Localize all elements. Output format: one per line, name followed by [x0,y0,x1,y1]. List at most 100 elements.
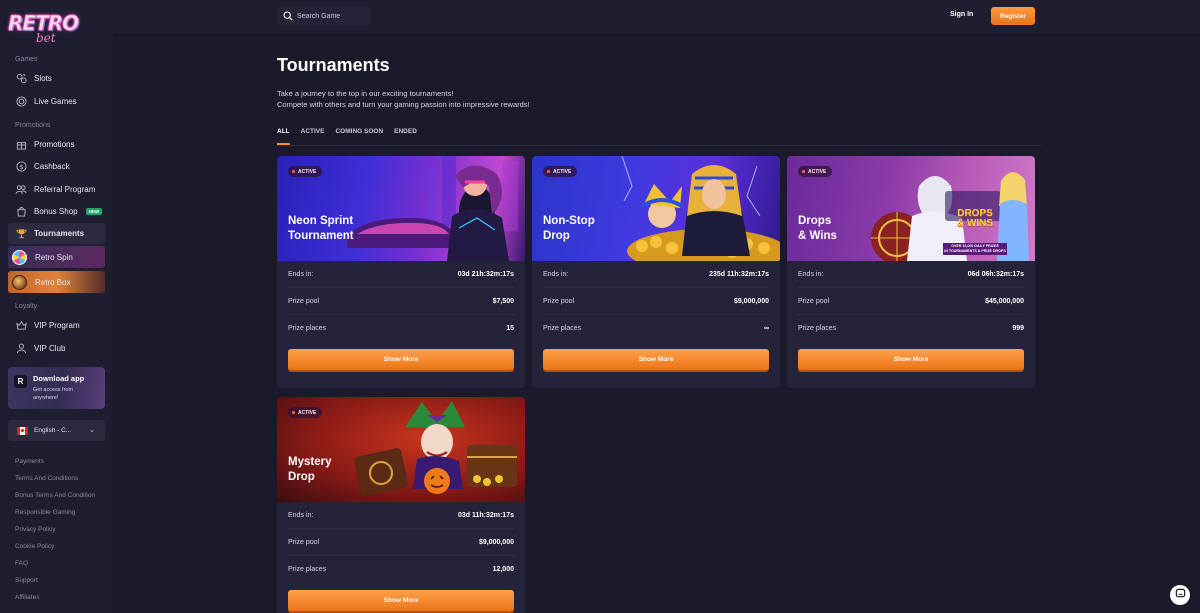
prize-pool-row: Prize pool $7,500 [288,288,514,315]
sidebar: RETRO bet Games Slots Live Games Promoti… [0,0,113,613]
club-icon [15,343,27,355]
search-icon [283,11,293,21]
sidebar-item-label: VIP Club [34,344,66,353]
prize-places-row: Prize places 12,000 [288,556,514,583]
sidebar-item-vip-club[interactable]: VIP Club [8,338,105,359]
art-logo-line-2: & WINS [956,218,994,229]
retrobet-logo[interactable]: RETRO bet [8,9,80,45]
download-app-banner[interactable]: R Download app Get access from anywhere! [8,367,105,409]
prize-places-label: Prize places [543,325,582,332]
sidebar-item-label: Promotions [34,140,75,149]
tournament-banner[interactable]: ACTIVE Mystery Drop [277,397,525,502]
show-more-button[interactable]: Show More [543,349,769,370]
prize-pool-label: Prize pool [798,297,830,305]
tab-coming-soon[interactable]: COMING SOON [335,128,383,145]
footer-link-cookie[interactable]: Cookie Policy [15,543,54,550]
sidebar-item-label: VIP Program [34,321,80,330]
tournament-title: Mystery Drop [288,455,408,485]
sidebar-item-cashback[interactable]: $ Cashback [8,156,105,177]
sidebar-item-label: Referral Program [34,185,96,194]
download-title: Download app [33,374,85,383]
tournament-tabs: ALL ACTIVE COMING SOON ENDED [277,128,428,146]
page-description: Take a journey to the top in our excitin… [277,88,530,110]
show-more-button[interactable]: Show More [288,590,514,611]
prize-pool-value: $7,500 [492,297,514,305]
referral-icon [15,184,27,196]
title-line-2: Tournament [288,230,354,242]
sidebar-item-label: Slots [34,74,52,83]
footer-link-support[interactable]: Support [15,577,38,584]
prize-places-value: 12,000 [492,566,514,573]
sidebar-item-promotions[interactable]: Promotions [8,134,105,155]
status-badge: ACTIVE [543,166,578,177]
ends-in-value: 235d 11h:32m:17s [709,270,769,278]
sidebar-item-label: Retro Box [35,277,71,287]
box-icon [12,274,27,290]
ends-in-label: Ends in: [798,270,824,278]
tournament-title: Drops & Wins [798,214,918,244]
promotions-section-label: Promotions [15,122,51,129]
ends-in-value: 06d 06h:32m:17s [967,270,1024,278]
sign-in-button[interactable]: Sign In [950,11,973,18]
title-line-2: & Wins [798,230,837,242]
trophy-icon [15,228,27,240]
footer-link-faq[interactable]: FAQ [15,560,28,567]
ends-in-label: Ends in: [288,511,314,519]
tab-all[interactable]: ALL [277,128,290,145]
footer-link-terms[interactable]: Terms And Conditions [15,475,78,482]
loyalty-section-label: Loyalty [15,303,38,310]
chevron-down-icon: ⌄ [89,427,95,434]
sidebar-item-label: Live Games [34,97,77,106]
description-line-2: Compete with others and turn your gaming… [277,100,530,109]
language-selector[interactable]: English - C... ⌄ [8,420,105,441]
ends-in-label: Ends in: [288,270,314,278]
sidebar-item-live-games[interactable]: Live Games [8,91,105,112]
sidebar-item-retro-spin[interactable]: Retro Spin [8,246,105,268]
footer-link-responsible-gaming[interactable]: Responsible Gaming [15,509,75,516]
tournament-banner[interactable]: DROPS & WINS OVER 10,000 DAILY PRIZES IN… [787,156,1035,261]
footer-link-bonus-terms[interactable]: Bonus Terms And Condition [15,492,95,499]
tab-ended[interactable]: ENDED [394,128,417,145]
status-badge: ACTIVE [288,407,323,418]
ends-in-row: Ends in: 235d 11h:32m:17s [543,261,769,288]
sidebar-item-label: Cashback [34,162,70,171]
footer-link-payments[interactable]: Payments [15,458,44,465]
sidebar-item-referral[interactable]: Referral Program [8,179,105,200]
tournament-banner[interactable]: ACTIVE Neon Sprint Tournament [277,156,525,261]
sidebar-item-retro-box[interactable]: Retro Box [8,271,105,293]
prize-places-label: Prize places [288,566,327,573]
art-ribbon-line-2: IN TOURNAMENTS & PRIZE DROPS [944,249,1006,253]
register-button[interactable]: Register [991,7,1035,25]
sidebar-item-label: Retro Spin [35,252,73,262]
vip-icon [15,320,27,332]
prize-places-row: Prize places ∞ [543,315,769,342]
live-games-icon [15,96,27,108]
prize-pool-value: $9,000,000 [478,538,514,546]
tournament-banner[interactable]: ACTIVE Non-Stop Drop [532,156,780,261]
search-input[interactable]: Search Game [277,6,371,26]
tournament-title: Neon Sprint Tournament [288,214,408,244]
shop-icon [15,206,27,218]
show-more-button[interactable]: Show More [288,349,514,370]
status-badge: ACTIVE [798,166,833,177]
description-line-1: Take a journey to the top in our excitin… [277,89,454,98]
footer-link-privacy[interactable]: Privacy Policy [15,526,55,533]
chat-button[interactable] [1170,585,1190,605]
title-line-1: Drops [798,215,832,227]
drops-wins-art-logo: DROPS & WINS [952,209,998,229]
title-line-1: Neon Sprint [288,215,354,227]
footer-link-affiliates[interactable]: Affiliates [15,594,39,601]
title-line-2: Drop [543,230,570,242]
prize-places-row: Prize places 999 [798,315,1024,342]
sidebar-item-vip-program[interactable]: VIP Program [8,315,105,336]
gift-icon [15,139,27,151]
sidebar-item-bonus-shop[interactable]: Bonus Shop NEW [8,201,105,222]
sidebar-item-slots[interactable]: Slots [8,68,105,89]
prize-pool-label: Prize pool [288,538,320,546]
app-logo-icon: R [14,375,27,388]
title-line-1: Non-Stop [543,215,595,227]
tab-active[interactable]: ACTIVE [301,128,325,145]
sidebar-item-tournaments[interactable]: Tournaments [8,223,105,244]
top-bar: Search Game Sign In Register [113,0,1200,33]
show-more-button[interactable]: Show More [798,349,1024,370]
